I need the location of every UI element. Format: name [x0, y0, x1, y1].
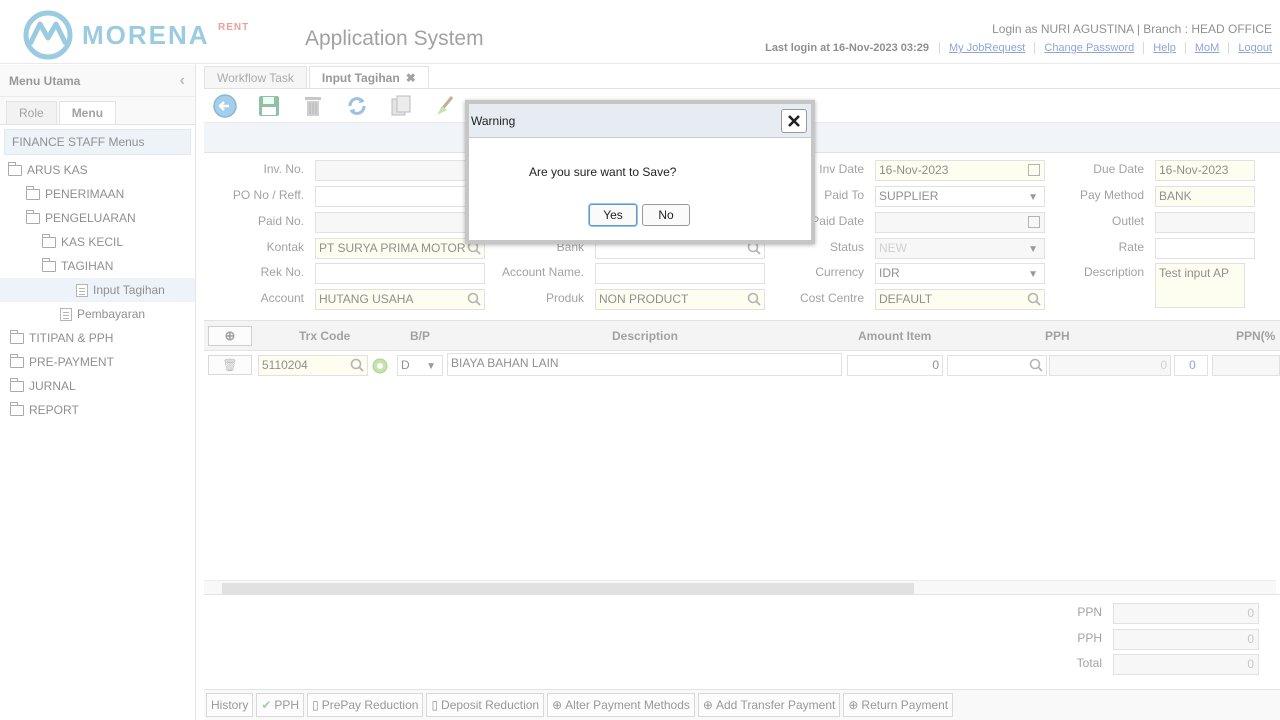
dialog-message: Are you sure want to Save?	[529, 165, 677, 179]
yes-button[interactable]: Yes	[589, 204, 637, 226]
dialog-title: Warning	[471, 114, 516, 128]
warning-dialog: Warning Are you sure want to Save? Yes N…	[465, 100, 815, 244]
dialog-close-button[interactable]	[781, 109, 807, 133]
close-icon	[788, 115, 800, 127]
dialog-titlebar: Warning	[469, 104, 811, 138]
no-button[interactable]: No	[642, 204, 690, 226]
